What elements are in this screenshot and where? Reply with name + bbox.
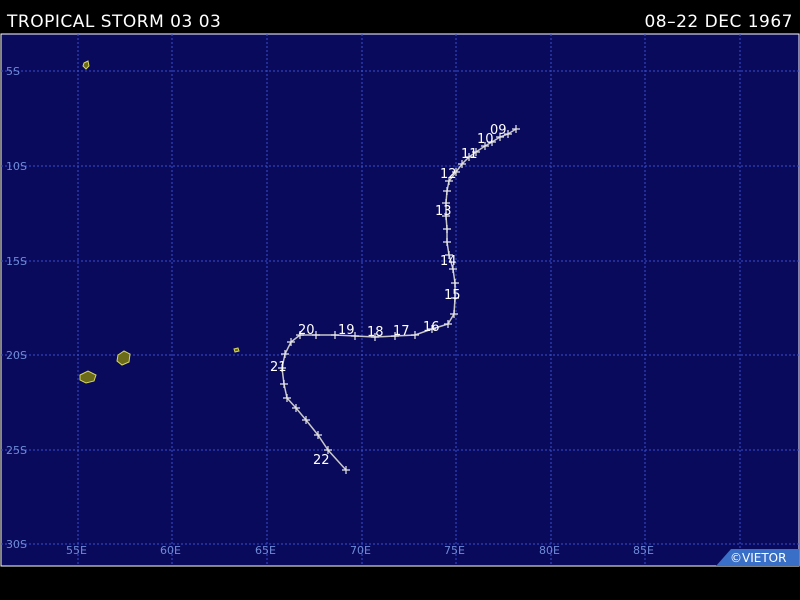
lat-label: 15S bbox=[6, 255, 27, 268]
lat-label: 20S bbox=[6, 349, 27, 362]
lon-label: 60E bbox=[160, 544, 181, 557]
day-label-19: 19 bbox=[338, 323, 355, 338]
day-label-13: 13 bbox=[435, 204, 452, 219]
day-label-21: 21 bbox=[270, 360, 287, 375]
day-label-11: 11 bbox=[461, 147, 478, 162]
brand-label: ©VIETOR bbox=[730, 551, 786, 565]
day-label-14: 14 bbox=[440, 254, 457, 269]
lat-label: 10S bbox=[6, 160, 27, 173]
day-label-15: 15 bbox=[444, 288, 461, 303]
storm-dates: 08–22 DEC 1967 bbox=[644, 12, 793, 32]
lon-label: 80E bbox=[539, 544, 560, 557]
day-label-12: 12 bbox=[440, 167, 457, 182]
storm-title: TROPICAL STORM 03 03 bbox=[7, 12, 222, 32]
lat-label: 25S bbox=[6, 444, 27, 457]
lon-label: 55E bbox=[66, 544, 87, 557]
day-label-20: 20 bbox=[298, 323, 315, 338]
day-label-22: 22 bbox=[313, 453, 330, 468]
day-label-16: 16 bbox=[423, 320, 440, 335]
ocean bbox=[0, 33, 800, 567]
lon-label: 75E bbox=[444, 544, 465, 557]
day-label-10: 10 bbox=[477, 132, 494, 147]
day-label-17: 17 bbox=[393, 324, 410, 339]
track-map: 5S 10S 15S 20S 25S 30S 55E 60E 65E 70E 7… bbox=[0, 33, 800, 567]
day-label-18: 18 bbox=[367, 325, 384, 340]
lat-label: 30S bbox=[6, 538, 27, 551]
lon-label: 85E bbox=[633, 544, 654, 557]
lon-label: 70E bbox=[350, 544, 371, 557]
lat-label: 5S bbox=[6, 65, 20, 78]
lon-label: 65E bbox=[255, 544, 276, 557]
island-rodrigues bbox=[233, 347, 240, 353]
